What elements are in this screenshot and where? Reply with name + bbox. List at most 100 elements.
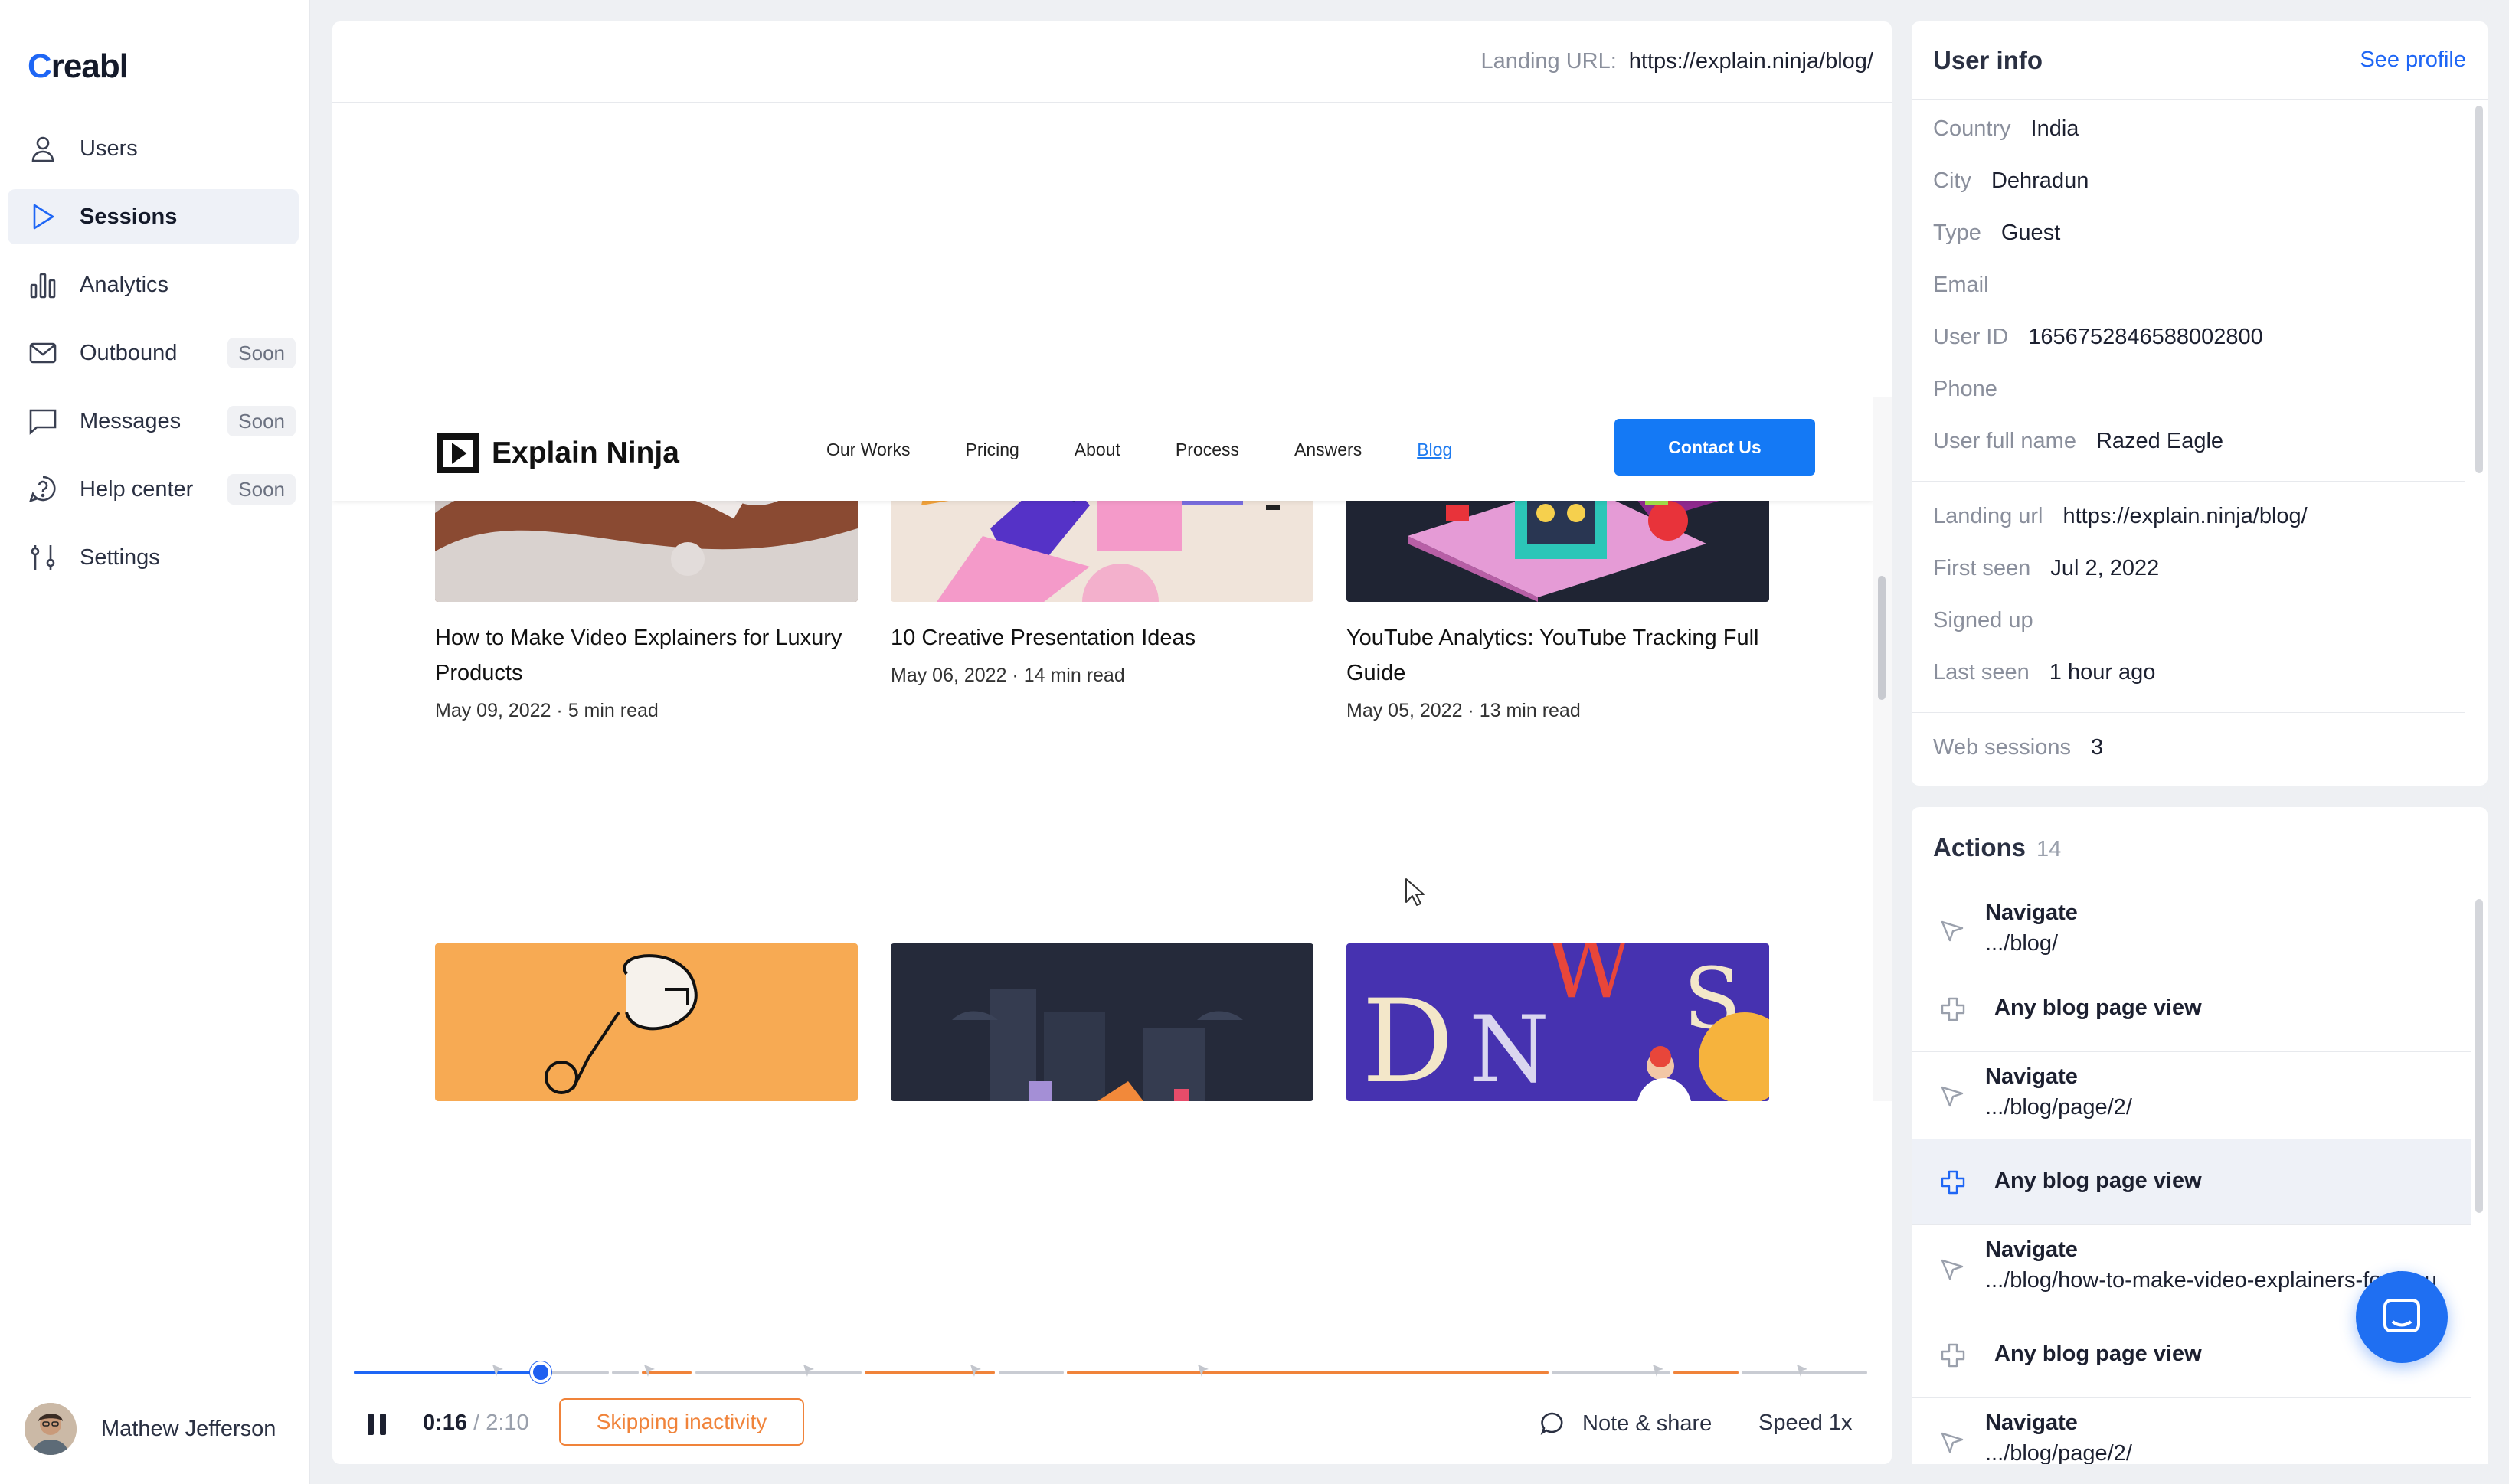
info-row-user-id: User ID 1656752846588002800 — [1933, 325, 2263, 350]
landing-url-label: Landing URL: — [1480, 49, 1617, 74]
site-nav-item[interactable]: About — [1075, 440, 1120, 460]
soon-badge: Soon — [227, 338, 296, 368]
info-value: 1656752846588002800 — [2028, 325, 2263, 349]
timeline-event-marker[interactable] — [1795, 1363, 1809, 1378]
site-nav-item-active[interactable]: Blog — [1417, 440, 1452, 460]
action-label: Navigate — [1985, 1237, 2078, 1262]
soon-badge: Soon — [227, 406, 296, 436]
info-key: User full name — [1933, 429, 2076, 453]
actions-count: 14 — [2036, 837, 2062, 861]
site-nav-item[interactable]: Pricing — [965, 440, 1019, 460]
action-item-event-selected[interactable]: Any blog page view — [1912, 1139, 2471, 1225]
info-value: India — [2030, 116, 2079, 141]
chat-launcher-button[interactable] — [2356, 1271, 2448, 1363]
replay-scrollbar[interactable] — [1873, 397, 1892, 1101]
timeline-event-marker[interactable] — [969, 1363, 983, 1378]
sidebar-item-users[interactable]: Users — [8, 121, 299, 176]
timeline-event-marker[interactable] — [1196, 1363, 1210, 1378]
action-item-event[interactable]: Any blog page view — [1912, 966, 2471, 1052]
info-key: Phone — [1933, 377, 1997, 401]
blog-card-image[interactable]: D N W S — [1346, 943, 1769, 1101]
skip-inactivity-toggle[interactable]: Skipping inactivity — [559, 1398, 804, 1446]
blog-card-meta: May 09, 2022 · 5 min read — [435, 700, 659, 721]
note-share-label: Note & share — [1582, 1410, 1712, 1436]
info-value: Guest — [2000, 221, 2061, 245]
sidebar-item-label: Settings — [80, 544, 160, 570]
svg-text:W: W — [1546, 943, 1632, 1017]
sidebar-item-label: Outbound — [80, 340, 178, 365]
site-logo-text: Explain Ninja — [492, 436, 679, 469]
site-logo: Explain Ninja — [435, 432, 679, 475]
contact-us-button[interactable]: Contact Us — [1614, 419, 1815, 476]
sliders-icon — [31, 545, 55, 570]
action-label: Navigate — [1985, 1064, 2078, 1089]
blog-card-meta: May 06, 2022 · 14 min read — [891, 665, 1125, 686]
actions-scrollbar[interactable] — [2475, 899, 2483, 1213]
sidebar-item-label: Sessions — [80, 204, 178, 229]
info-value: 1 hour ago — [2049, 660, 2156, 685]
action-path: .../blog/ — [1985, 931, 2059, 956]
site-nav-item[interactable]: Our Works — [826, 440, 910, 460]
info-value: 3 — [2091, 735, 2104, 760]
timeline-event-marker[interactable] — [1651, 1363, 1665, 1378]
info-row-web-sessions: Web sessions 3 — [1933, 735, 2103, 760]
sidebar-item-outbound[interactable]: Outbound Soon — [8, 325, 299, 381]
landing-url-value[interactable]: https://explain.ninja/blog/ — [1629, 49, 1873, 74]
timeline-segment — [1673, 1371, 1739, 1374]
action-item-navigate[interactable]: Navigate .../blog/page/2/ — [1912, 1052, 2471, 1139]
action-path: .../blog/page/2/ — [1985, 1095, 2132, 1120]
info-key: First seen — [1933, 556, 2031, 580]
blog-card-image[interactable] — [435, 943, 858, 1101]
session-timeline[interactable] — [354, 1361, 1870, 1383]
info-value: Dehradun — [1991, 168, 2089, 193]
session-player: Landing URL: https://explain.ninja/blog/… — [332, 21, 1892, 1464]
info-row-email: Email — [1933, 273, 2009, 298]
message-icon — [29, 409, 57, 435]
current-user[interactable]: Mathew Jefferson — [25, 1403, 276, 1455]
sidebar-item-help-center[interactable]: Help center Soon — [8, 462, 299, 517]
blog-card-image[interactable] — [891, 943, 1313, 1101]
session-replay-viewport[interactable]: Explain Ninja Our Works Pricing About Pr… — [332, 398, 1873, 1101]
user-info-scrollbar[interactable] — [2475, 106, 2483, 473]
action-item-navigate[interactable]: Navigate .../blog/page/2/ — [1912, 1398, 2471, 1464]
see-profile-link[interactable]: See profile — [2360, 47, 2466, 73]
note-share-button[interactable]: Note & share — [1539, 1410, 1712, 1437]
svg-text:D: D — [1362, 976, 1454, 1101]
site-nav-item[interactable]: Answers — [1294, 440, 1362, 460]
timeline-event-marker[interactable] — [643, 1363, 656, 1378]
film-logo-icon — [437, 433, 479, 473]
info-row-first-seen: First seen Jul 2, 2022 — [1933, 556, 2159, 581]
speed-button[interactable]: Speed 1x — [1758, 1410, 1853, 1436]
timeline-segment — [695, 1371, 862, 1374]
navigate-cursor-icon — [1941, 1086, 1964, 1107]
sidebar-item-label: Help center — [80, 476, 194, 502]
info-value: Jul 2, 2022 — [2050, 556, 2160, 580]
pause-button[interactable] — [368, 1414, 388, 1435]
svg-text:N: N — [1469, 997, 1549, 1101]
timeline-playhead[interactable] — [529, 1361, 551, 1383]
info-row-type: Type Guest — [1933, 221, 2060, 246]
site-nav-item[interactable]: Process — [1176, 440, 1239, 460]
sidebar-item-sessions[interactable]: Sessions — [8, 189, 299, 244]
avatar-image — [25, 1403, 77, 1455]
sidebar-item-label: Users — [80, 136, 138, 161]
timeline-segment — [998, 1371, 1064, 1374]
bar-chart-icon — [30, 273, 56, 299]
sidebar-item-messages[interactable]: Messages Soon — [8, 394, 299, 449]
sidebar-item-analytics[interactable]: Analytics — [8, 257, 299, 312]
time-current: 0:16 — [423, 1410, 468, 1435]
user-info-panel: User info See profile Country India City D… — [1912, 21, 2488, 786]
action-path: .../blog/page/2/ — [1985, 1441, 2132, 1464]
app-logo[interactable]: Creabl — [28, 47, 129, 86]
info-row-full-name: User full name Razed Eagle — [1933, 429, 2223, 454]
info-key: Last seen — [1933, 660, 2030, 685]
timeline-event-marker[interactable] — [491, 1363, 505, 1378]
action-item-navigate[interactable]: Navigate .../blog/ — [1912, 890, 2471, 966]
blog-card-title: How to Make Video Explainers for Luxury … — [435, 626, 842, 685]
replay-scrollbar-thumb[interactable] — [1878, 576, 1886, 700]
info-key: City — [1933, 168, 1971, 193]
timeline-event-marker[interactable] — [802, 1363, 816, 1378]
event-icon — [1941, 1343, 1965, 1368]
user-icon — [31, 136, 54, 162]
sidebar-item-settings[interactable]: Settings — [8, 530, 299, 585]
